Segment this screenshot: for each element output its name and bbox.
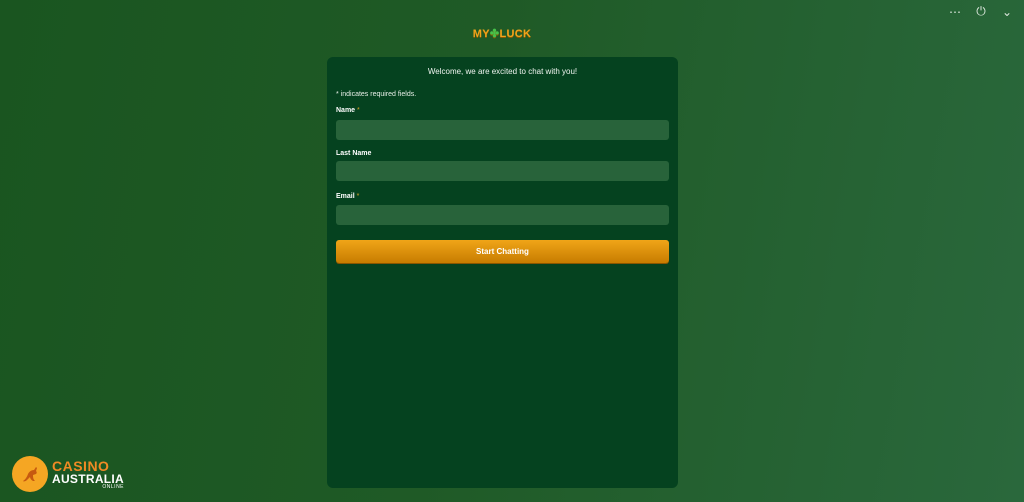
brand-logo-right: LUCK	[499, 28, 532, 40]
name-label-text: Name	[336, 107, 356, 114]
kangaroo-icon	[12, 456, 48, 492]
email-label: Email *	[336, 193, 359, 200]
chat-form-panel: Welcome, we are excited to chat with you…	[327, 57, 678, 488]
required-fields-note: * indicates required fields.	[336, 91, 417, 98]
brand-logo: MY✤LUCK	[0, 27, 1004, 40]
more-options-icon[interactable]: ⋯	[948, 5, 962, 19]
email-label-text: Email	[336, 193, 355, 200]
brand-logo-left: MY	[472, 28, 490, 40]
name-input[interactable]	[336, 120, 669, 140]
required-marker: *	[356, 193, 360, 200]
logo-line-1: CASINO	[52, 457, 110, 474]
last-name-label: Last Name	[336, 150, 372, 157]
clover-icon: ✤	[489, 28, 500, 40]
last-name-input[interactable]	[336, 161, 669, 181]
power-icon[interactable]: ⏻	[974, 4, 988, 19]
welcome-message: Welcome, we are excited to chat with you…	[427, 67, 578, 76]
name-label: Name *	[336, 107, 360, 114]
chevron-down-icon[interactable]: ⌄	[1000, 5, 1014, 19]
email-input[interactable]	[336, 205, 669, 225]
required-marker: *	[357, 107, 360, 114]
logo-wordmark: CASINO AUSTRALIA ONLINE	[52, 459, 124, 490]
start-chatting-button[interactable]: Start Chatting	[336, 240, 669, 263]
window-controls: ⋯ ⏻ ⌄	[948, 4, 1014, 19]
casino-australia-logo: CASINO AUSTRALIA ONLINE	[12, 456, 124, 492]
logo-line-2: AUSTRALIA	[52, 471, 125, 486]
